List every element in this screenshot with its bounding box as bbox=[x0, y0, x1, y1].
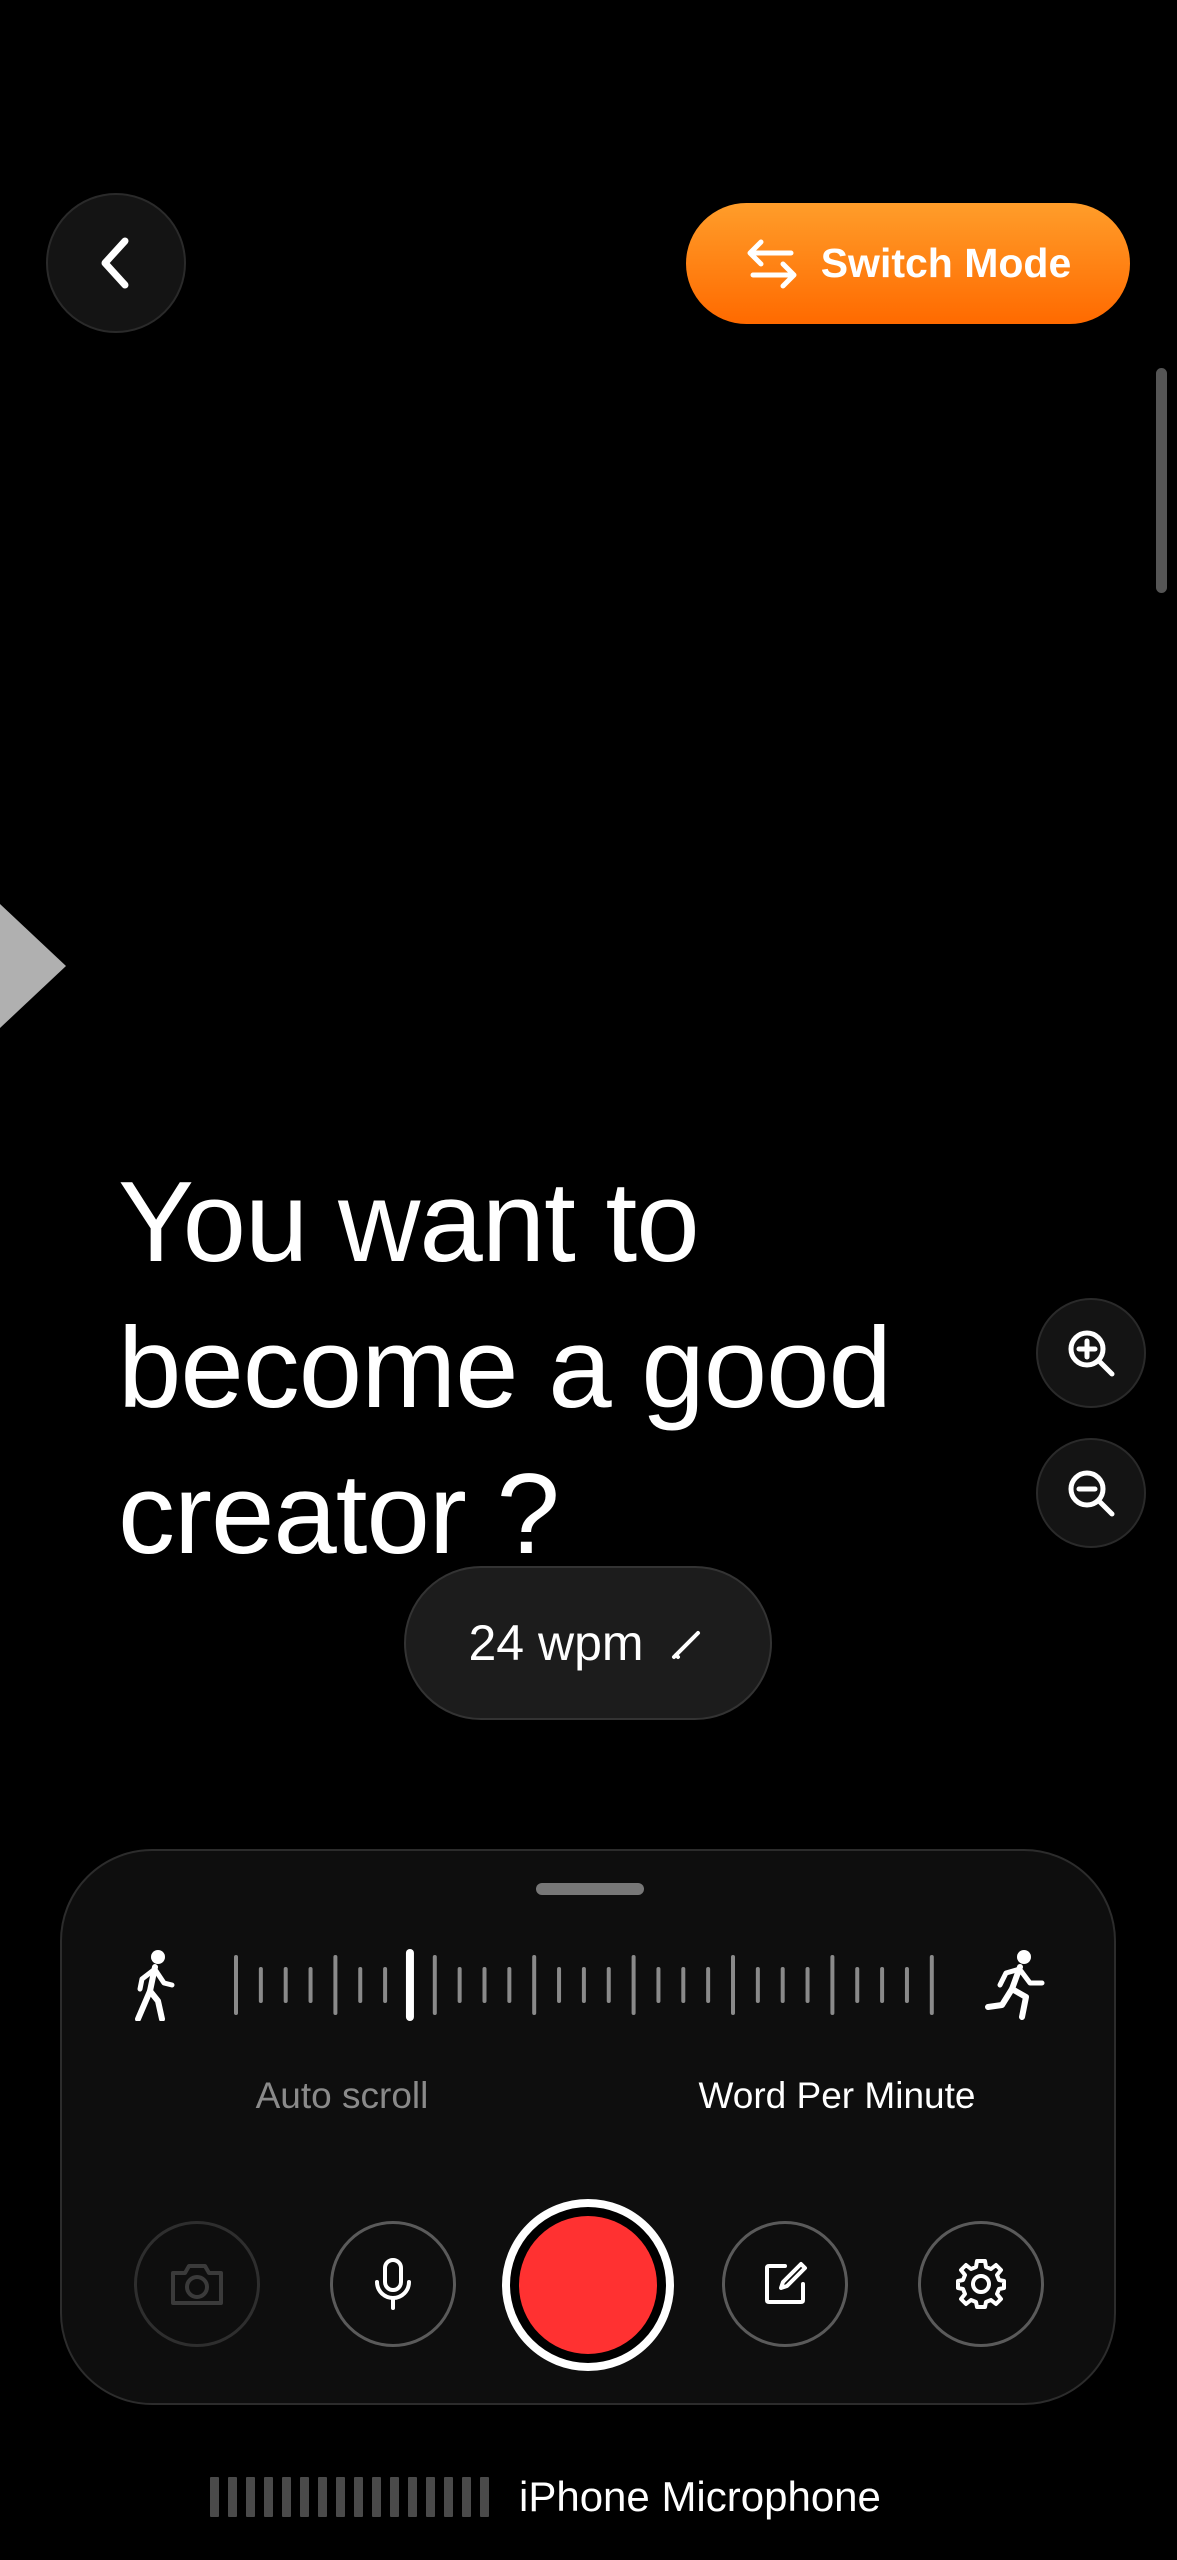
running-icon bbox=[985, 1950, 1045, 2020]
zoom-out-icon bbox=[1068, 1470, 1115, 1517]
level-bar bbox=[228, 2477, 237, 2517]
auto-scroll-mode-label[interactable]: Auto scroll bbox=[212, 2075, 472, 2117]
audio-level-meter bbox=[210, 2477, 489, 2517]
reading-position-marker bbox=[0, 904, 66, 1028]
pencil-icon bbox=[671, 1631, 700, 1659]
level-bar bbox=[444, 2477, 453, 2517]
level-bar bbox=[480, 2477, 489, 2517]
level-bar bbox=[246, 2477, 255, 2517]
edit-square-icon bbox=[765, 2262, 807, 2304]
zoom-in-button[interactable] bbox=[1036, 1298, 1146, 1408]
camera-button[interactable] bbox=[134, 2221, 260, 2347]
back-button[interactable] bbox=[46, 193, 186, 333]
input-device-name: iPhone Microphone bbox=[519, 2473, 881, 2520]
zoom-out-button[interactable] bbox=[1036, 1438, 1146, 1548]
switch-mode-button[interactable]: Switch Mode bbox=[686, 203, 1130, 324]
level-bar bbox=[336, 2477, 345, 2517]
switch-mode-label: Switch Mode bbox=[820, 240, 1072, 286]
record-icon bbox=[519, 2216, 657, 2354]
level-bar bbox=[354, 2477, 363, 2517]
zoom-in-icon bbox=[1068, 1330, 1115, 1377]
edit-script-button[interactable] bbox=[722, 2221, 848, 2347]
level-bar bbox=[210, 2477, 219, 2517]
record-button[interactable] bbox=[502, 2199, 674, 2371]
word-per-minute-mode-label[interactable]: Word Per Minute bbox=[662, 2075, 1012, 2117]
slider-thumb[interactable] bbox=[405, 1949, 414, 2021]
level-bar bbox=[390, 2477, 399, 2517]
level-bar bbox=[372, 2477, 381, 2517]
swap-arrows-icon bbox=[747, 239, 797, 288]
wpm-edit-button[interactable]: 24 wpm bbox=[404, 1566, 772, 1720]
level-bar bbox=[264, 2477, 273, 2517]
level-bar bbox=[282, 2477, 291, 2517]
level-bar bbox=[300, 2477, 309, 2517]
speed-slider[interactable] bbox=[234, 1949, 934, 2021]
input-device-status: iPhone Microphone bbox=[210, 2472, 881, 2522]
level-bar bbox=[318, 2477, 327, 2517]
camera-icon bbox=[171, 2264, 223, 2305]
microphone-button[interactable] bbox=[330, 2221, 456, 2347]
script-text: You want to become a good creator ? bbox=[118, 1159, 892, 1578]
microphone-icon bbox=[375, 2258, 411, 2310]
level-bar bbox=[462, 2477, 471, 2517]
control-panel: Auto scroll Word Per Minute bbox=[60, 1849, 1116, 2405]
drag-handle[interactable] bbox=[536, 1883, 644, 1895]
level-bar bbox=[408, 2477, 417, 2517]
scrollbar[interactable] bbox=[1156, 368, 1167, 593]
walking-icon bbox=[135, 1950, 175, 2021]
settings-button[interactable] bbox=[918, 2221, 1044, 2347]
level-bar bbox=[426, 2477, 435, 2517]
chevron-left-icon bbox=[101, 237, 129, 289]
gear-icon bbox=[956, 2259, 1006, 2309]
wpm-value: 24 wpm bbox=[468, 1615, 644, 1671]
